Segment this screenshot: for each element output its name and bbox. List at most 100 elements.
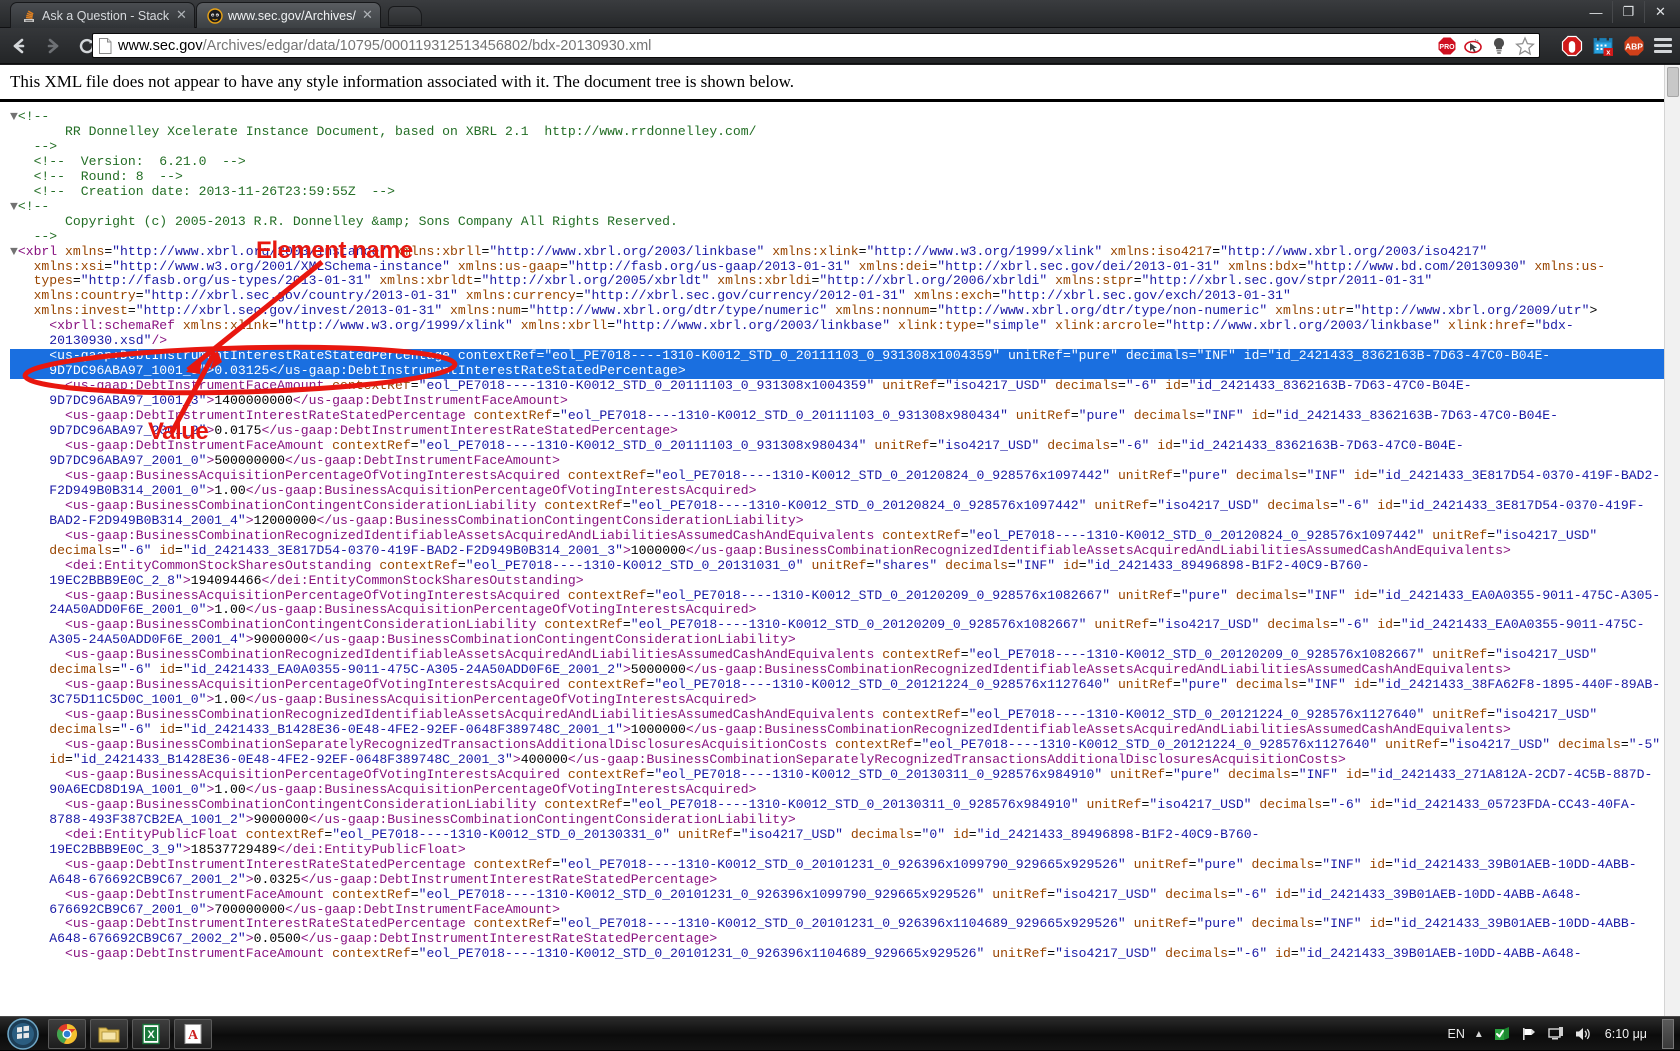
xml-line[interactable]: BAD2-F2D949B0B314_2001_4">12000000</us-g…: [10, 514, 1680, 529]
xml-line[interactable]: <!-- Round: 8 -->: [10, 170, 1680, 185]
xml-line[interactable]: <us-gaap:BusinessCombinationRecognizedId…: [10, 648, 1680, 663]
xml-line[interactable]: <us-gaap:DebtInstrumentFaceAmount contex…: [10, 947, 1680, 962]
xml-line[interactable]: 19EC2BBB9E0C_2_8">194094466</dei:EntityC…: [10, 574, 1680, 589]
xml-line[interactable]: F2D949B0B314_2001_0">1.00</us-gaap:Busin…: [10, 484, 1680, 499]
xml-line[interactable]: xmlns:xsi="http://www.w3.org/2001/XMLSch…: [10, 260, 1680, 275]
xml-line-selected[interactable]: 9D7DC96ABA97_1001_5">0.03125</us-gaap:De…: [10, 364, 1680, 379]
xml-line[interactable]: 3C75D11C5D0C_1001_0">1.00</us-gaap:Busin…: [10, 693, 1680, 708]
xml-line[interactable]: xmlns:invest="http://xbrl.sec.gov/invest…: [10, 304, 1680, 319]
hamburger-menu-icon[interactable]: [1654, 35, 1672, 57]
xml-line[interactable]: 24A50ADD0F6E_2001_0">1.00</us-gaap:Busin…: [10, 603, 1680, 618]
xml-line[interactable]: ▼<xbrl xmlns="http://www.xbrl.org/2003/i…: [10, 245, 1680, 260]
expand-triangle-icon[interactable]: ▼: [10, 109, 18, 124]
xml-line[interactable]: <us-gaap:DebtInstrumentInterestRateState…: [10, 858, 1680, 873]
tray-show-hidden-icon[interactable]: ▲: [1474, 1029, 1484, 1040]
minimize-button[interactable]: —: [1580, 1, 1612, 23]
xml-line[interactable]: 8788-493F387CB2EA_1001_2">9000000</us-ga…: [10, 813, 1680, 828]
calendar-blocked-icon[interactable]: x: [1592, 35, 1614, 57]
xml-line[interactable]: <us-gaap:BusinessCombinationContingentCo…: [10, 798, 1680, 813]
xml-line[interactable]: <us-gaap:BusinessAcquisitionPercentageOf…: [10, 678, 1680, 693]
xml-line[interactable]: Copyright (c) 2005-2013 R.R. Donnelley &…: [10, 215, 1680, 230]
close-window-button[interactable]: ✕: [1644, 1, 1676, 23]
xml-line[interactable]: xmlns:country="http://xbrl.sec.gov/count…: [10, 289, 1680, 304]
xml-line[interactable]: <dei:EntityCommonStockSharesOutstanding …: [10, 559, 1680, 574]
lightbulb-icon[interactable]: [1489, 36, 1509, 56]
xml-line[interactable]: 9D7DC96ABA97_2001_0">500000000</us-gaap:…: [10, 454, 1680, 469]
xml-line[interactable]: ▼<!--: [10, 110, 1680, 125]
expand-triangle-icon[interactable]: ▼: [10, 244, 18, 259]
browser-tab-secgov[interactable]: www.sec.gov/Archives/ed ✕: [196, 2, 381, 28]
xml-line[interactable]: A648-676692CB9C67_2001_2">0.0325</us-gaa…: [10, 873, 1680, 888]
forward-button[interactable]: [38, 31, 68, 61]
cursor-block-icon[interactable]: [1463, 36, 1483, 56]
xml-token-av: "eol_PE7018----1310-K0012_STD_0_20120824…: [654, 468, 1110, 483]
adblock-stop-icon[interactable]: [1561, 35, 1583, 57]
xml-line[interactable]: -->: [10, 140, 1680, 155]
tray-clock[interactable]: 6:10 μμ: [1605, 1027, 1647, 1041]
xml-line[interactable]: <us-gaap:DebtInstrumentFaceAmount contex…: [10, 888, 1680, 903]
star-bookmark-icon[interactable]: [1515, 36, 1535, 56]
xml-line-selected[interactable]: <us-gaap:DebtInstrumentInterestRateState…: [10, 349, 1680, 364]
xml-line[interactable]: <us-gaap:BusinessAcquisitionPercentageOf…: [10, 589, 1680, 604]
acrobat-taskbar-icon[interactable]: A: [174, 1019, 212, 1049]
xml-line[interactable]: id="id_2421433_B1428E36-0E48-4FE2-92EF-0…: [10, 753, 1680, 768]
xml-line[interactable]: <us-gaap:BusinessCombinationSeparatelyRe…: [10, 738, 1680, 753]
maximize-button[interactable]: ❐: [1612, 1, 1644, 23]
windows-start-orb[interactable]: [2, 1018, 44, 1050]
expand-triangle-icon[interactable]: ▼: [10, 199, 18, 214]
pro-stop-icon[interactable]: PRO: [1437, 36, 1457, 56]
xml-line[interactable]: 676692CB9C67_2001_0">700000000</us-gaap:…: [10, 903, 1680, 918]
vertical-scrollbar[interactable]: [1664, 65, 1680, 1016]
xml-token-av: "http://xbrl.sec.gov/country/2013-01-31": [144, 288, 458, 303]
show-desktop-button[interactable]: [1662, 1019, 1674, 1049]
xml-line[interactable]: <xbrll:schemaRef xmlns:xlink="http://www…: [10, 319, 1680, 334]
scrollbar-thumb[interactable]: [1667, 67, 1679, 97]
xml-line[interactable]: A648-676692CB9C67_2002_2">0.0500</us-gaa…: [10, 932, 1680, 947]
xml-line[interactable]: <!-- Version: 6.21.0 -->: [10, 155, 1680, 170]
security-check-icon[interactable]: [1493, 1025, 1511, 1043]
xml-line[interactable]: 9D7DC96ABA97_1001_3">1400000000</us-gaap…: [10, 394, 1680, 409]
xml-line[interactable]: <us-gaap:DebtInstrumentFaceAmount contex…: [10, 379, 1680, 394]
network-icon[interactable]: [1547, 1025, 1565, 1043]
tray-language-indicator[interactable]: EN: [1448, 1027, 1465, 1041]
xml-line[interactable]: decimals="-6" id="id_2421433_EA0A0355-90…: [10, 663, 1680, 678]
xml-line[interactable]: ▼<!--: [10, 200, 1680, 215]
volume-icon[interactable]: [1574, 1025, 1592, 1043]
xml-line[interactable]: <us-gaap:BusinessCombinationContingentCo…: [10, 499, 1680, 514]
close-icon[interactable]: ✕: [361, 9, 374, 22]
xml-line[interactable]: decimals="-6" id="id_2421433_B1428E36-0E…: [10, 723, 1680, 738]
xml-line[interactable]: 9D7DC96ABA97_2001_2">0.0175</us-gaap:Deb…: [10, 424, 1680, 439]
xml-line[interactable]: decimals="-6" id="id_2421433_3E817D54-03…: [10, 544, 1680, 559]
browser-tab-stackoverflow[interactable]: Ask a Question - Stack Ov ✕: [10, 2, 195, 28]
xml-line[interactable]: <us-gaap:DebtInstrumentInterestRateState…: [10, 409, 1680, 424]
new-tab-button[interactable]: [388, 6, 422, 26]
explorer-taskbar-icon[interactable]: [90, 1019, 128, 1049]
xml-line[interactable]: 90A6ECD8D19A_1001_0">1.00</us-gaap:Busin…: [10, 783, 1680, 798]
xml-token-tx: [1110, 468, 1118, 483]
flag-action-center-icon[interactable]: [1520, 1025, 1538, 1043]
excel-taskbar-icon[interactable]: X: [132, 1019, 170, 1049]
chrome-taskbar-icon[interactable]: [48, 1019, 86, 1049]
xml-line[interactable]: <us-gaap:BusinessAcquisitionPercentageOf…: [10, 768, 1680, 783]
xml-line[interactable]: 20130930.xsd"/>: [10, 334, 1680, 349]
close-icon[interactable]: ✕: [175, 9, 188, 22]
xml-line[interactable]: <us-gaap:DebtInstrumentFaceAmount contex…: [10, 439, 1680, 454]
url-text[interactable]: www.sec.gov/Archives/edgar/data/10795/00…: [118, 35, 1431, 57]
xml-line[interactable]: <dei:EntityPublicFloat contextRef="eol_P…: [10, 828, 1680, 843]
xml-document-tree[interactable]: ▼<!-- RR Donnelley Xcelerate Instance Do…: [0, 102, 1680, 962]
address-bar[interactable]: www.sec.gov/Archives/edgar/data/10795/00…: [92, 33, 1540, 58]
xml-token-tx: [851, 259, 859, 274]
xml-line[interactable]: <us-gaap:BusinessAcquisitionPercentageOf…: [10, 469, 1680, 484]
back-button[interactable]: [4, 31, 34, 61]
abp-icon[interactable]: ABP: [1623, 35, 1645, 57]
xml-line[interactable]: <us-gaap:DebtInstrumentInterestRateState…: [10, 917, 1680, 932]
xml-line[interactable]: 19EC2BBB9E0C_3_9">18537729489</dei:Entit…: [10, 843, 1680, 858]
xml-line[interactable]: <us-gaap:BusinessCombinationRecognizedId…: [10, 708, 1680, 723]
xml-line[interactable]: -->: [10, 230, 1680, 245]
xml-line[interactable]: <us-gaap:BusinessCombinationContingentCo…: [10, 618, 1680, 633]
xml-line[interactable]: <!-- Creation date: 2013-11-26T23:59:55Z…: [10, 185, 1680, 200]
xml-line[interactable]: types="http://fasb.org/us-types/2013-01-…: [10, 274, 1680, 289]
xml-line[interactable]: A305-24A50ADD0F6E_2001_4">9000000</us-ga…: [10, 633, 1680, 648]
xml-line[interactable]: RR Donnelley Xcelerate Instance Document…: [10, 125, 1680, 140]
xml-line[interactable]: <us-gaap:BusinessCombinationRecognizedId…: [10, 529, 1680, 544]
